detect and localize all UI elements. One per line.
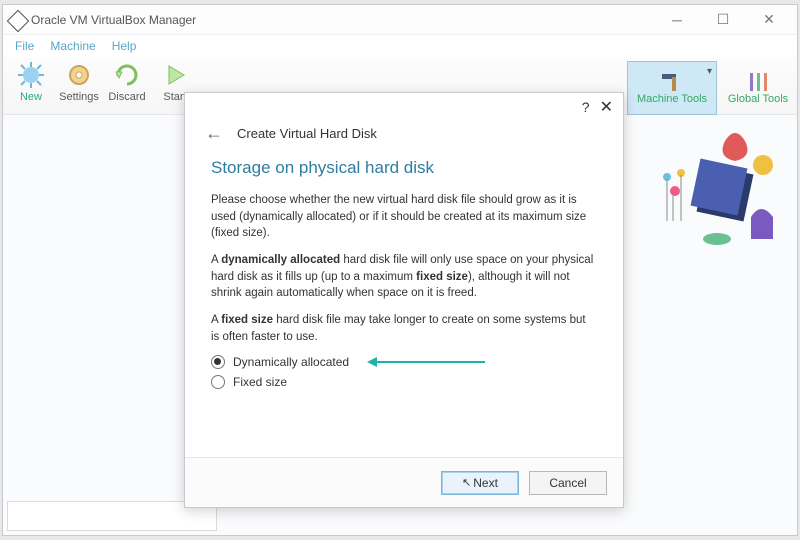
maximize-button[interactable]: ☐ [701,6,745,34]
toolbar-label: Global Tools [728,93,788,105]
tools-icon [744,71,772,93]
window-controls: ─ ☐ ✕ [655,6,791,34]
toolbar-label: Machine Tools [637,93,707,105]
menu-file[interactable]: File [9,37,40,55]
cursor-icon: ↖ [462,476,471,489]
annotation-arrow [375,361,485,363]
new-button[interactable]: New [7,61,55,103]
close-icon[interactable]: ✕ [600,97,613,117]
discard-button[interactable]: Discard [103,61,151,103]
gear-icon [65,61,93,89]
help-icon[interactable]: ? [582,99,590,115]
radio-icon [211,355,225,369]
cancel-button[interactable]: Cancel [529,471,607,495]
sun-icon [17,61,45,89]
dialog-title: Create Virtual Hard Disk [237,126,377,141]
dialog-paragraph-1: Please choose whether the new virtual ha… [211,192,597,242]
play-icon [161,61,189,89]
back-arrow-icon[interactable]: ← [205,123,223,144]
radio-label: Fixed size [233,375,287,389]
menu-help[interactable]: Help [106,37,143,55]
close-window-button[interactable]: ✕ [747,6,791,34]
global-tools-button[interactable]: Global Tools [723,61,793,115]
dialog-heading: Storage on physical hard disk [211,158,597,178]
dialog-header: ← Create Virtual Hard Disk [185,121,623,152]
titlebar: Oracle VM VirtualBox Manager ─ ☐ ✕ [3,5,797,35]
dialog-paragraph-3: A fixed size hard disk file may take lon… [211,312,597,345]
toolbar-label: New [20,91,42,103]
radio-fixed-size[interactable]: Fixed size [211,375,597,389]
create-virtual-hard-disk-dialog: ? ✕ ← Create Virtual Hard Disk Storage o… [184,92,624,508]
next-button[interactable]: ↖ Next [441,471,519,495]
dialog-body: Storage on physical hard disk Please cho… [185,152,623,389]
menu-machine[interactable]: Machine [44,37,101,55]
settings-button[interactable]: Settings [55,61,103,103]
virtualbox-mascot-image [645,121,785,251]
hammer-icon [658,71,686,93]
dialog-footer: ↖ Next Cancel [185,457,623,507]
radio-dynamically-allocated[interactable]: Dynamically allocated [211,355,597,369]
dialog-titlebar: ? ✕ [185,93,623,121]
minimize-button[interactable]: ─ [655,6,699,34]
dialog-paragraph-2: A dynamically allocated hard disk file w… [211,252,597,302]
radio-icon [211,375,225,389]
discard-icon [113,61,141,89]
machine-tools-button[interactable]: ▾ Machine Tools [627,61,717,115]
app-icon [9,12,25,28]
menubar: File Machine Help [3,35,797,57]
toolbar-label: Discard [108,91,145,103]
radio-label: Dynamically allocated [233,355,349,369]
chevron-down-icon[interactable]: ▾ [707,66,712,77]
window-title: Oracle VM VirtualBox Manager [31,13,655,27]
toolbar-label: Settings [59,91,99,103]
